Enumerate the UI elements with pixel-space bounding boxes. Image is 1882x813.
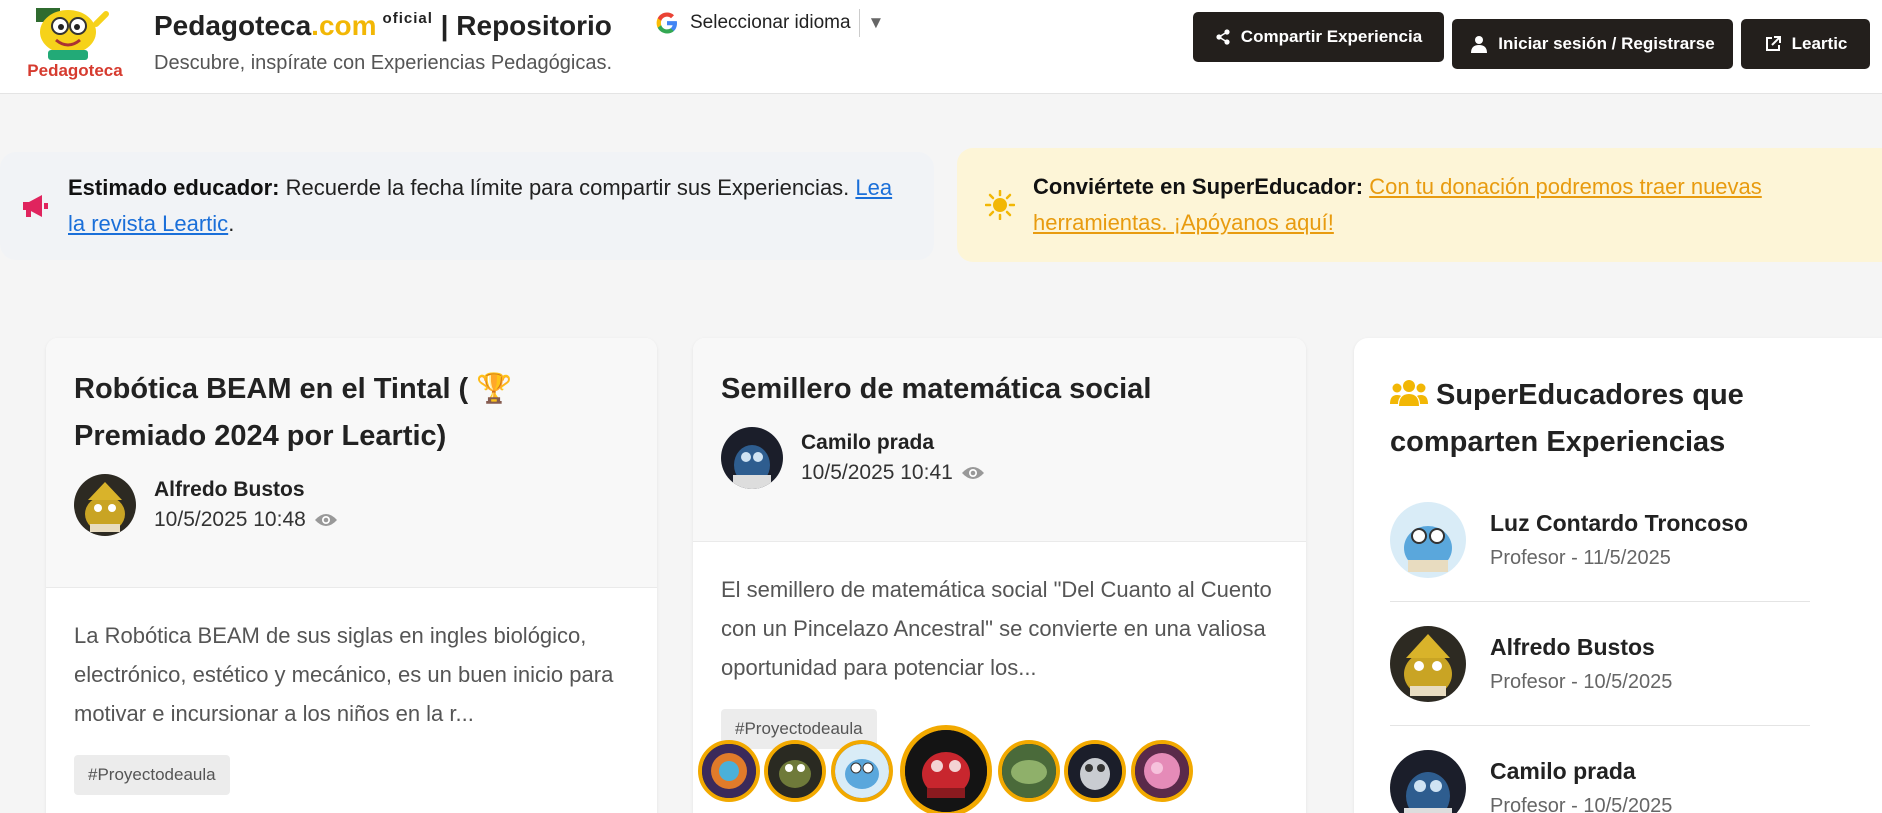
user-icon — [1471, 36, 1488, 53]
avatar[interactable] — [1390, 750, 1466, 813]
story-avatar[interactable] — [831, 740, 893, 802]
list-item[interactable]: Alfredo Bustos Profesor - 10/5/2025 — [1390, 602, 1810, 726]
sun-icon — [985, 190, 1015, 220]
experience-excerpt: La Robótica BEAM de sus siglas en ingles… — [74, 623, 614, 726]
story-avatar[interactable] — [764, 740, 826, 802]
eye-icon — [961, 467, 984, 479]
pedagoteca-logo[interactable]: Pedagoteca — [22, 6, 128, 82]
google-icon — [656, 12, 677, 34]
educator-name[interactable]: Camilo prada — [1490, 758, 1672, 785]
site-subtitle: Descubre, inspírate con Experiencias Ped… — [154, 52, 613, 74]
dropdown-arrow-icon: ▼ — [867, 13, 885, 32]
educator-role: Profesor - 10/5/2025 — [1490, 795, 1673, 813]
experience-title[interactable]: Semillero de matemática social — [721, 366, 1278, 413]
svg-text:Pedagoteca: Pedagoteca — [27, 61, 123, 80]
author-name[interactable]: Alfredo Bustos — [154, 478, 338, 502]
avatar[interactable] — [1390, 625, 1466, 702]
educator-notice-text: Estimado educador: Recuerde la fecha lím… — [68, 175, 893, 236]
experience-title[interactable]: Robótica BEAM en el Tintal ( 🏆 Premiado … — [74, 366, 629, 460]
story-avatar[interactable] — [1064, 740, 1126, 802]
publish-date: 10/5/2025 10:41 — [801, 461, 985, 485]
educator-role: Profesor - 10/5/2025 — [1490, 670, 1673, 693]
users-icon — [1390, 380, 1428, 406]
author-info: Alfredo Bustos 10/5/2025 10:48 — [74, 474, 629, 536]
brand: Pedagoteca.com oficial | Repositorio Desc… — [154, 10, 612, 75]
card-header: Robótica BEAM en el Tintal ( 🏆 Premiado … — [46, 338, 657, 588]
list-item[interactable]: Camilo prada Profesor - 10/5/2025 — [1390, 726, 1810, 813]
card-header: Semillero de matemática social Camilo pr… — [693, 338, 1306, 542]
experience-excerpt: El semillero de matemática social "Del C… — [721, 577, 1272, 680]
story-bubbles — [698, 725, 1198, 813]
educator-notice: Estimado educador: Recuerde la fecha lím… — [0, 152, 934, 260]
site-header: Pedagoteca Pedagoteca.com oficial | Repos… — [0, 0, 1882, 94]
author-info: Camilo prada 10/5/2025 10:41 — [721, 427, 1278, 489]
supereducator-notice: Conviértete en SuperEducador: Con tu don… — [957, 148, 1882, 262]
site-title[interactable]: Pedagoteca.com oficial | Repositorio — [154, 10, 612, 42]
supereducators-panel: SuperEducadores que comparten Experienci… — [1354, 338, 1882, 813]
language-selector[interactable]: Seleccionar idioma ▼ — [654, 8, 884, 38]
publish-date: 10/5/2025 10:48 — [154, 508, 338, 532]
eye-icon — [314, 514, 337, 526]
experience-card[interactable]: Robótica BEAM en el Tintal ( 🏆 Premiado … — [46, 338, 657, 813]
language-label: Seleccionar idioma — [690, 12, 851, 33]
official-badge: oficial — [382, 10, 433, 27]
megaphone-icon — [23, 195, 48, 217]
login-register-button[interactable]: Iniciar sesión / Registrarse — [1452, 19, 1733, 69]
avatar[interactable] — [1390, 501, 1466, 578]
external-link-icon — [1765, 36, 1781, 51]
author-name[interactable]: Camilo prada — [801, 431, 985, 455]
panel-title: SuperEducadores que comparten Experienci… — [1390, 379, 1744, 458]
story-avatar[interactable] — [1131, 740, 1193, 802]
tag-badge[interactable]: #Proyectodeaula — [74, 755, 230, 795]
card-body: El semillero de matemática social "Del C… — [693, 542, 1306, 749]
educator-name[interactable]: Luz Contardo Troncoso — [1490, 510, 1748, 537]
supereducator-notice-text: Conviértete en SuperEducador: Con tu don… — [1033, 174, 1762, 235]
avatar[interactable] — [721, 427, 783, 489]
list-item[interactable]: Luz Contardo Troncoso Profesor - 11/5/20… — [1390, 478, 1810, 602]
educator-role: Profesor - 11/5/2025 — [1490, 546, 1671, 569]
educator-list: Luz Contardo Troncoso Profesor - 11/5/20… — [1390, 478, 1848, 813]
story-avatar[interactable] — [698, 740, 760, 802]
educator-name[interactable]: Alfredo Bustos — [1490, 634, 1672, 661]
separator — [858, 9, 860, 37]
story-avatar-active[interactable] — [900, 725, 992, 813]
card-body: La Robótica BEAM de sus siglas en ingles… — [46, 588, 657, 795]
leartic-button[interactable]: Leartic — [1741, 19, 1870, 69]
avatar[interactable] — [74, 474, 136, 536]
share-icon — [1216, 29, 1230, 45]
story-avatar[interactable] — [998, 740, 1060, 802]
share-experience-button[interactable]: Compartir Experiencia — [1193, 12, 1444, 62]
